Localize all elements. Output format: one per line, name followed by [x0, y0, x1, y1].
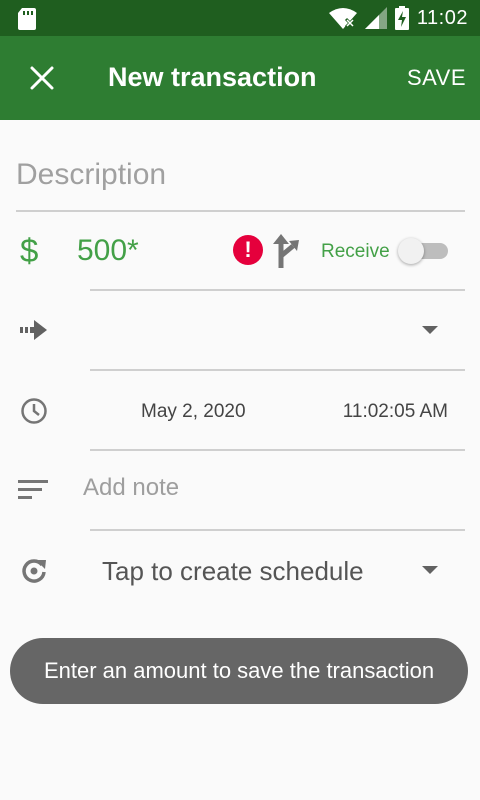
save-button[interactable]: SAVE — [407, 65, 466, 91]
currency-symbol[interactable]: $ — [20, 232, 38, 270]
create-schedule-label[interactable]: Tap to create schedule — [102, 556, 364, 587]
divider — [90, 449, 465, 451]
divider — [90, 289, 465, 291]
transfer-arrow-icon — [20, 320, 47, 340]
status-time: 11:02 — [416, 6, 468, 29]
wifi-off-icon — [328, 8, 357, 29]
note-input[interactable] — [83, 474, 463, 502]
battery-charging-icon — [394, 6, 409, 30]
sd-card-icon — [18, 8, 36, 30]
chevron-down-icon[interactable] — [422, 566, 438, 574]
chevron-down-icon[interactable] — [422, 326, 438, 334]
toast-message: Enter an amount to save the transaction — [10, 638, 468, 704]
call-split-icon[interactable] — [271, 232, 301, 268]
note-row — [0, 452, 480, 528]
description-field-container — [16, 150, 465, 212]
date-picker[interactable]: May 2, 2020 — [141, 401, 246, 423]
divider — [90, 529, 465, 531]
amount-input[interactable]: 500* — [77, 234, 139, 268]
schedule-row[interactable]: Tap to create schedule — [0, 532, 480, 610]
receive-toggle[interactable] — [398, 238, 450, 264]
app-bar: New transaction SAVE — [0, 36, 480, 120]
description-input[interactable] — [16, 158, 465, 192]
clock-icon — [21, 398, 47, 424]
receive-label: Receive — [321, 241, 390, 262]
date-time-row: May 2, 2020 11:02:05 AM — [0, 372, 480, 448]
notes-icon — [18, 480, 48, 499]
toggle-thumb — [398, 238, 424, 264]
divider — [90, 369, 465, 371]
amount-row: $ 500* ! Receive — [0, 212, 480, 290]
error-icon: ! — [233, 235, 263, 265]
refresh-schedule-icon — [22, 559, 46, 583]
signal-icon — [364, 7, 387, 29]
close-icon[interactable] — [28, 64, 56, 92]
transfer-account-row[interactable] — [0, 292, 480, 368]
page-title: New transaction — [108, 62, 317, 92]
status-bar: 11:02 — [0, 0, 480, 36]
time-picker[interactable]: 11:02:05 AM — [343, 401, 448, 423]
